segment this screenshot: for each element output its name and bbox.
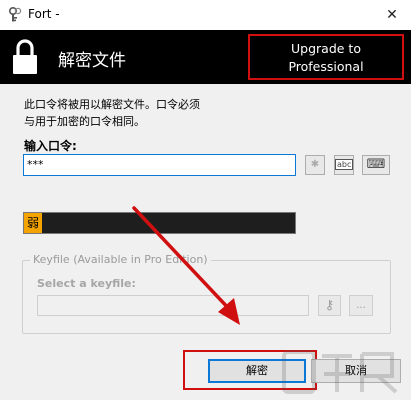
browse-keyfile-button[interactable]: ... <box>349 295 373 316</box>
asterisk-icon: ✱ <box>310 159 320 170</box>
upgrade-label: Upgrade to Professional <box>288 41 364 74</box>
upgrade-button[interactable]: Upgrade to Professional <box>248 34 404 80</box>
virtual-keyboard-button[interactable]: ⌨ <box>362 155 390 175</box>
window-title: Fort - <box>28 7 60 21</box>
show-password-button[interactable]: abc <box>334 155 354 175</box>
close-button[interactable]: ✕ <box>380 5 404 25</box>
generate-password-button[interactable]: ✱ <box>305 155 325 175</box>
generate-keyfile-button[interactable]: ⚷ <box>318 295 341 316</box>
description-text: 此口令将被用以解密文件。口令必须 与用于加密的口令相同。 <box>24 98 200 128</box>
keyfile-input[interactable] <box>37 295 309 316</box>
strength-label: 弱 <box>24 213 42 233</box>
abc-icon: abc <box>335 159 354 170</box>
title-bar <box>0 0 411 30</box>
header-title: 解密文件 <box>58 51 126 71</box>
password-label: 输入口令: <box>24 139 77 153</box>
keyfile-group-title: Keyfile (Available in Pro Edition) <box>30 253 211 266</box>
keyboard-icon: ⌨ <box>366 157 386 172</box>
strength-meter <box>23 212 296 234</box>
app-key-icon <box>9 7 22 22</box>
key-icon: ⚷ <box>324 298 335 313</box>
lock-icon <box>13 39 37 74</box>
select-keyfile-label: Select a keyfile: <box>37 277 136 290</box>
watermark-logo <box>282 350 398 394</box>
password-input[interactable]: *** <box>23 154 296 176</box>
